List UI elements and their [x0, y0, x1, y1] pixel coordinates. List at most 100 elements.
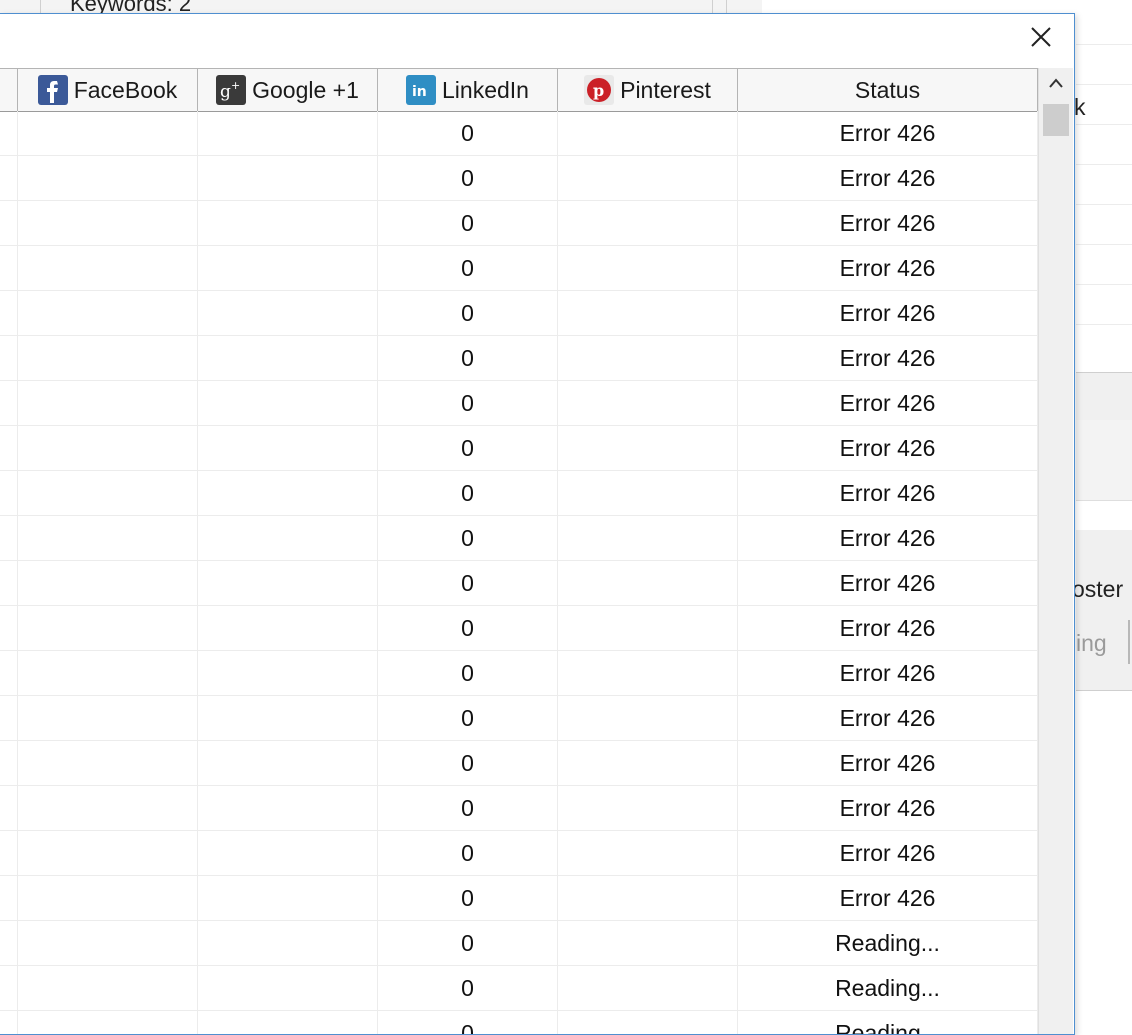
- cell-google[interactable]: [198, 561, 378, 605]
- cell-google[interactable]: [198, 786, 378, 830]
- cell-blank[interactable]: [0, 696, 18, 740]
- cell-pinterest[interactable]: [558, 1011, 738, 1034]
- table-row[interactable]: 0 Error 426: [0, 381, 1038, 426]
- cell-blank[interactable]: [0, 966, 18, 1010]
- cell-linkedin[interactable]: 0: [378, 921, 558, 965]
- cell-google[interactable]: [198, 471, 378, 515]
- cell-linkedin[interactable]: 0: [378, 471, 558, 515]
- cell-blank[interactable]: [0, 381, 18, 425]
- cell-linkedin[interactable]: 0: [378, 201, 558, 245]
- cell-facebook[interactable]: [18, 201, 198, 245]
- cell-blank[interactable]: [0, 831, 18, 875]
- cell-facebook[interactable]: [18, 516, 198, 560]
- cell-linkedin[interactable]: 0: [378, 786, 558, 830]
- cell-status[interactable]: Reading...: [738, 1011, 1038, 1034]
- dialog-titlebar[interactable]: [0, 14, 1074, 66]
- cell-facebook[interactable]: [18, 381, 198, 425]
- cell-blank[interactable]: [0, 1011, 18, 1034]
- table-row[interactable]: 0 Error 426: [0, 291, 1038, 336]
- cell-pinterest[interactable]: [558, 786, 738, 830]
- cell-pinterest[interactable]: [558, 966, 738, 1010]
- cell-google[interactable]: [198, 741, 378, 785]
- cell-pinterest[interactable]: [558, 111, 738, 155]
- cell-google[interactable]: [198, 336, 378, 380]
- cell-facebook[interactable]: [18, 561, 198, 605]
- column-header-google[interactable]: g + Google +1: [198, 69, 378, 111]
- cell-pinterest[interactable]: [558, 696, 738, 740]
- cell-google[interactable]: [198, 291, 378, 335]
- column-header-pinterest[interactable]: p Pinterest: [558, 69, 738, 111]
- cell-status[interactable]: Error 426: [738, 741, 1038, 785]
- cell-pinterest[interactable]: [558, 831, 738, 875]
- cell-facebook[interactable]: [18, 741, 198, 785]
- table-row[interactable]: 0 Error 426: [0, 246, 1038, 291]
- cell-pinterest[interactable]: [558, 381, 738, 425]
- cell-facebook[interactable]: [18, 606, 198, 650]
- table-row[interactable]: 0 Reading...: [0, 966, 1038, 1011]
- cell-status[interactable]: Error 426: [738, 516, 1038, 560]
- column-header-blank[interactable]: [0, 69, 18, 111]
- table-row[interactable]: 0 Error 426: [0, 741, 1038, 786]
- cell-pinterest[interactable]: [558, 156, 738, 200]
- cell-pinterest[interactable]: [558, 246, 738, 290]
- cell-linkedin[interactable]: 0: [378, 426, 558, 470]
- cell-blank[interactable]: [0, 741, 18, 785]
- table-row[interactable]: 0 Error 426: [0, 156, 1038, 201]
- cell-linkedin[interactable]: 0: [378, 831, 558, 875]
- table-row[interactable]: 0 Error 426: [0, 336, 1038, 381]
- cell-status[interactable]: Error 426: [738, 831, 1038, 875]
- cell-blank[interactable]: [0, 651, 18, 695]
- cell-pinterest[interactable]: [558, 516, 738, 560]
- cell-pinterest[interactable]: [558, 561, 738, 605]
- cell-pinterest[interactable]: [558, 876, 738, 920]
- cell-facebook[interactable]: [18, 651, 198, 695]
- cell-blank[interactable]: [0, 246, 18, 290]
- cell-linkedin[interactable]: 0: [378, 696, 558, 740]
- table-row[interactable]: 0 Error 426: [0, 606, 1038, 651]
- cell-linkedin[interactable]: 0: [378, 741, 558, 785]
- table-row[interactable]: 0 Error 426: [0, 201, 1038, 246]
- cell-google[interactable]: [198, 966, 378, 1010]
- cell-facebook[interactable]: [18, 111, 198, 155]
- table-row[interactable]: 0 Error 426: [0, 651, 1038, 696]
- cell-google[interactable]: [198, 426, 378, 470]
- cell-pinterest[interactable]: [558, 336, 738, 380]
- column-header-facebook[interactable]: FaceBook: [18, 69, 198, 111]
- vertical-scrollbar[interactable]: [1038, 68, 1073, 1034]
- table-row[interactable]: 0 Error 426: [0, 111, 1038, 156]
- table-row[interactable]: 0 Error 426: [0, 426, 1038, 471]
- cell-google[interactable]: [198, 831, 378, 875]
- cell-facebook[interactable]: [18, 921, 198, 965]
- cell-google[interactable]: [198, 921, 378, 965]
- cell-linkedin[interactable]: 0: [378, 876, 558, 920]
- cell-blank[interactable]: [0, 876, 18, 920]
- cell-google[interactable]: [198, 201, 378, 245]
- cell-linkedin[interactable]: 0: [378, 516, 558, 560]
- cell-linkedin[interactable]: 0: [378, 381, 558, 425]
- cell-google[interactable]: [198, 696, 378, 740]
- cell-pinterest[interactable]: [558, 201, 738, 245]
- cell-blank[interactable]: [0, 111, 18, 155]
- cell-blank[interactable]: [0, 786, 18, 830]
- close-button[interactable]: [1024, 22, 1058, 56]
- cell-pinterest[interactable]: [558, 426, 738, 470]
- table-row[interactable]: 0 Error 426: [0, 471, 1038, 516]
- cell-google[interactable]: [198, 516, 378, 560]
- cell-linkedin[interactable]: 0: [378, 336, 558, 380]
- cell-status[interactable]: Error 426: [738, 201, 1038, 245]
- cell-facebook[interactable]: [18, 786, 198, 830]
- cell-facebook[interactable]: [18, 876, 198, 920]
- table-row[interactable]: 0 Error 426: [0, 561, 1038, 606]
- cell-pinterest[interactable]: [558, 471, 738, 515]
- cell-status[interactable]: Reading...: [738, 966, 1038, 1010]
- cell-blank[interactable]: [0, 561, 18, 605]
- cell-pinterest[interactable]: [558, 651, 738, 695]
- cell-facebook[interactable]: [18, 156, 198, 200]
- cell-linkedin[interactable]: 0: [378, 156, 558, 200]
- cell-pinterest[interactable]: [558, 741, 738, 785]
- table-row[interactable]: 0 Error 426: [0, 786, 1038, 831]
- cell-pinterest[interactable]: [558, 921, 738, 965]
- cell-google[interactable]: [198, 606, 378, 650]
- table-row[interactable]: 0 Error 426: [0, 516, 1038, 561]
- cell-linkedin[interactable]: 0: [378, 606, 558, 650]
